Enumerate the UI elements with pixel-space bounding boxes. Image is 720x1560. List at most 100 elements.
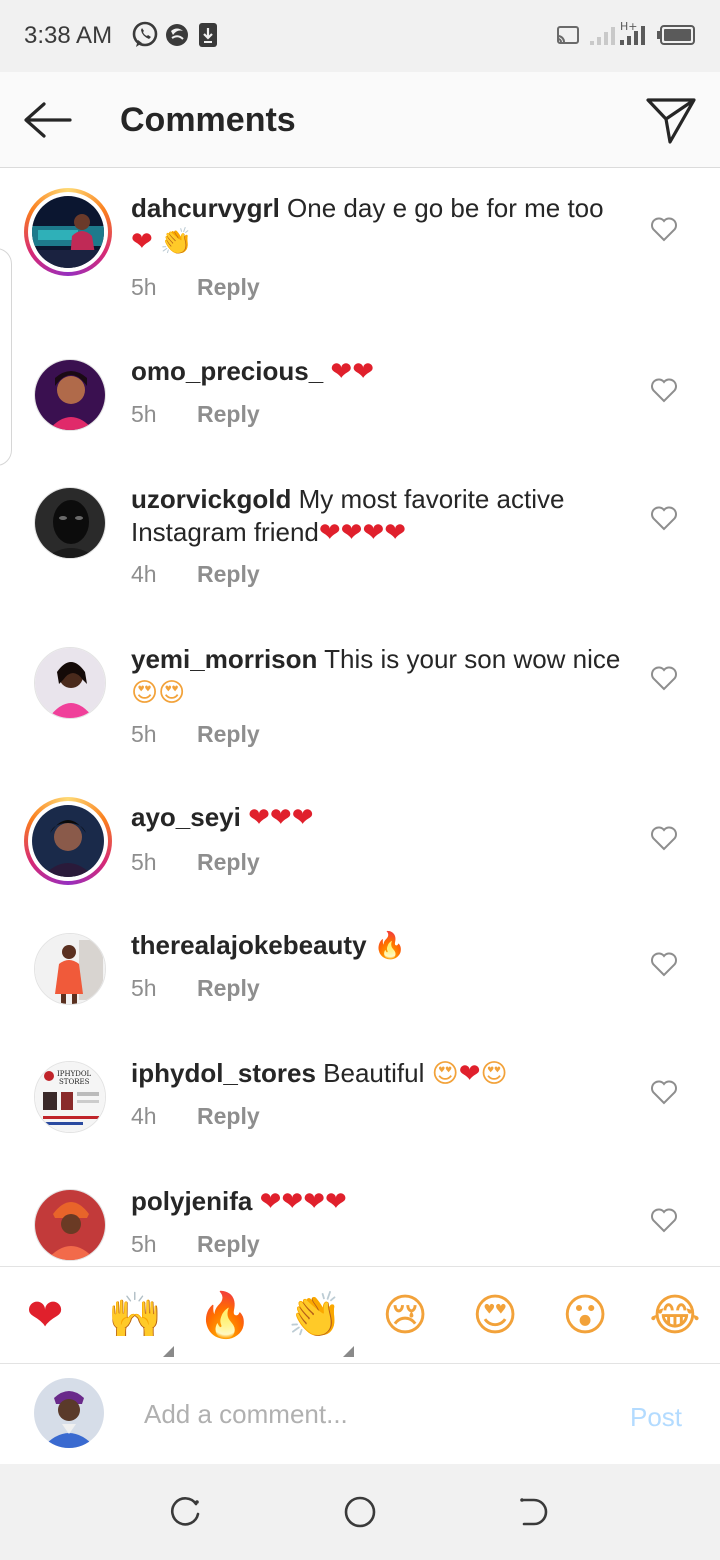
comment-time: 5h	[131, 975, 157, 1001]
avatar[interactable]	[34, 1189, 106, 1261]
svg-text:STORES: STORES	[59, 1078, 90, 1086]
avatar[interactable]	[34, 487, 106, 559]
comment-username[interactable]: uzorvickgold	[131, 484, 291, 514]
heart-outline-icon[interactable]	[650, 377, 678, 403]
reply-button[interactable]: Reply	[197, 1103, 260, 1129]
comment-username[interactable]: therealajokebeauty	[131, 930, 367, 960]
heart-outline-icon[interactable]	[650, 216, 678, 242]
comment-text: dahcurvygrl One day e go be for me too ❤…	[131, 192, 631, 259]
avatar[interactable]	[34, 933, 106, 1005]
emoji: ❤	[330, 357, 353, 387]
story-ring[interactable]	[24, 797, 112, 885]
heart-outline-icon[interactable]	[650, 825, 678, 851]
comment-meta: 5h Reply	[131, 401, 260, 428]
comment-text: yemi_morrison This is your son wow nice 😍…	[131, 643, 631, 710]
avatar-wrapper	[30, 483, 106, 559]
emoji: ❤	[248, 803, 270, 833]
reply-button[interactable]: Reply	[197, 721, 260, 747]
avatar[interactable]	[32, 196, 104, 268]
comment-input[interactable]	[144, 1394, 584, 1434]
comment-time: 5h	[131, 721, 157, 747]
story-ring[interactable]	[24, 188, 112, 276]
emoji: 👏	[160, 227, 193, 257]
svg-text:IPHYDOL: IPHYDOL	[57, 1070, 92, 1078]
reply-button[interactable]: Reply	[197, 1231, 260, 1257]
download-icon	[199, 23, 217, 47]
comment-username[interactable]: polyjenifa	[131, 1186, 252, 1216]
comment-time: 4h	[131, 561, 157, 587]
app-notification-icon	[166, 24, 188, 46]
emoji: ❤	[259, 1187, 282, 1217]
signal-h-plus-icon: H+	[620, 20, 645, 45]
avatar-wrapper	[30, 643, 106, 719]
comment-meta: 5h Reply	[131, 274, 260, 301]
comment-text: ayo_seyi ❤❤❤	[131, 801, 631, 835]
comment-time: 4h	[131, 1103, 157, 1129]
comment-body	[252, 1186, 259, 1216]
avatar[interactable]	[34, 359, 106, 431]
comment-username[interactable]: dahcurvygrl	[131, 193, 280, 223]
avatar-wrapper	[30, 355, 106, 431]
comment-body: Beautiful	[315, 1058, 432, 1088]
whatsapp-icon	[132, 21, 158, 47]
emoji-raised-hands-button[interactable]: 🙌	[106, 1287, 174, 1357]
cast-icon	[557, 26, 579, 44]
emoji-fire-button[interactable]: 🔥	[196, 1287, 254, 1345]
avatar-wrapper: IPHYDOL STORES	[30, 1057, 106, 1133]
back-icon[interactable]	[516, 1494, 552, 1530]
emoji: ❤	[281, 1187, 304, 1217]
comment-meta: 5h Reply	[131, 975, 260, 1002]
emoji-clap-button[interactable]: 👏	[286, 1287, 354, 1357]
emoji: 😍	[131, 678, 159, 708]
avatar-wrapper	[30, 1185, 106, 1261]
emoji: ❤	[324, 1187, 347, 1217]
emoji-quick-bar: ❤ 🙌 🔥 👏 😢 😍 😮 😂	[0, 1266, 720, 1364]
comment-meta: 5h Reply	[131, 1231, 260, 1258]
comment-text: omo_precious_ ❤❤	[131, 355, 631, 389]
heart-outline-icon[interactable]	[650, 665, 678, 691]
arrow-left-icon[interactable]	[20, 98, 76, 142]
reply-button[interactable]: Reply	[197, 401, 260, 427]
heart-outline-icon[interactable]	[650, 1079, 678, 1105]
edge-panel-handle[interactable]	[0, 248, 12, 466]
comment-username[interactable]: omo_precious_	[131, 356, 323, 386]
comment-username[interactable]: iphydol_stores	[131, 1058, 316, 1088]
heart-outline-icon[interactable]	[650, 1207, 678, 1233]
current-user-avatar	[34, 1378, 104, 1448]
home-icon[interactable]	[342, 1494, 378, 1530]
emoji: ❤	[362, 518, 385, 548]
emoji: 😍	[158, 678, 186, 708]
status-time: 3:38 AM	[24, 22, 113, 49]
comment-meta: 4h Reply	[131, 1103, 260, 1130]
emoji-heart-eyes-button[interactable]: 😍	[466, 1287, 524, 1345]
avatar[interactable]	[34, 647, 106, 719]
emoji-crying-button[interactable]: 😢	[376, 1287, 434, 1345]
post-button[interactable]: Post	[630, 1402, 682, 1433]
emoji-heart-button[interactable]: ❤	[16, 1287, 74, 1345]
reply-button[interactable]: Reply	[197, 849, 260, 875]
comment-time: 5h	[131, 401, 157, 427]
comment-body: One day e go be for me too	[279, 193, 604, 223]
avatar[interactable]: IPHYDOL STORES	[34, 1061, 106, 1133]
avatar[interactable]	[32, 805, 104, 877]
heart-outline-icon[interactable]	[650, 951, 678, 977]
emoji: 😍	[480, 1059, 508, 1089]
reply-button[interactable]: Reply	[197, 975, 260, 1001]
emoji-laughing-button[interactable]: 😂	[646, 1287, 704, 1345]
send-icon[interactable]	[644, 94, 698, 146]
comment-meta: 4h Reply	[131, 561, 260, 588]
heart-outline-icon[interactable]	[650, 505, 678, 531]
signal-icon	[590, 27, 615, 45]
emoji-surprised-button[interactable]: 😮	[556, 1287, 614, 1345]
reply-button[interactable]: Reply	[197, 561, 260, 587]
avatar-wrapper	[30, 929, 106, 1005]
comment-text: therealajokebeauty 🔥	[131, 929, 631, 963]
system-nav-bar	[0, 1464, 720, 1560]
comment-time: 5h	[131, 1231, 157, 1257]
comment-username[interactable]: ayo_seyi	[131, 802, 241, 832]
recent-apps-icon[interactable]	[168, 1494, 204, 1530]
comment-username[interactable]: yemi_morrison	[131, 644, 317, 674]
comment-meta: 5h Reply	[131, 721, 260, 748]
reply-button[interactable]: Reply	[197, 274, 260, 300]
emoji: ❤	[384, 518, 407, 548]
